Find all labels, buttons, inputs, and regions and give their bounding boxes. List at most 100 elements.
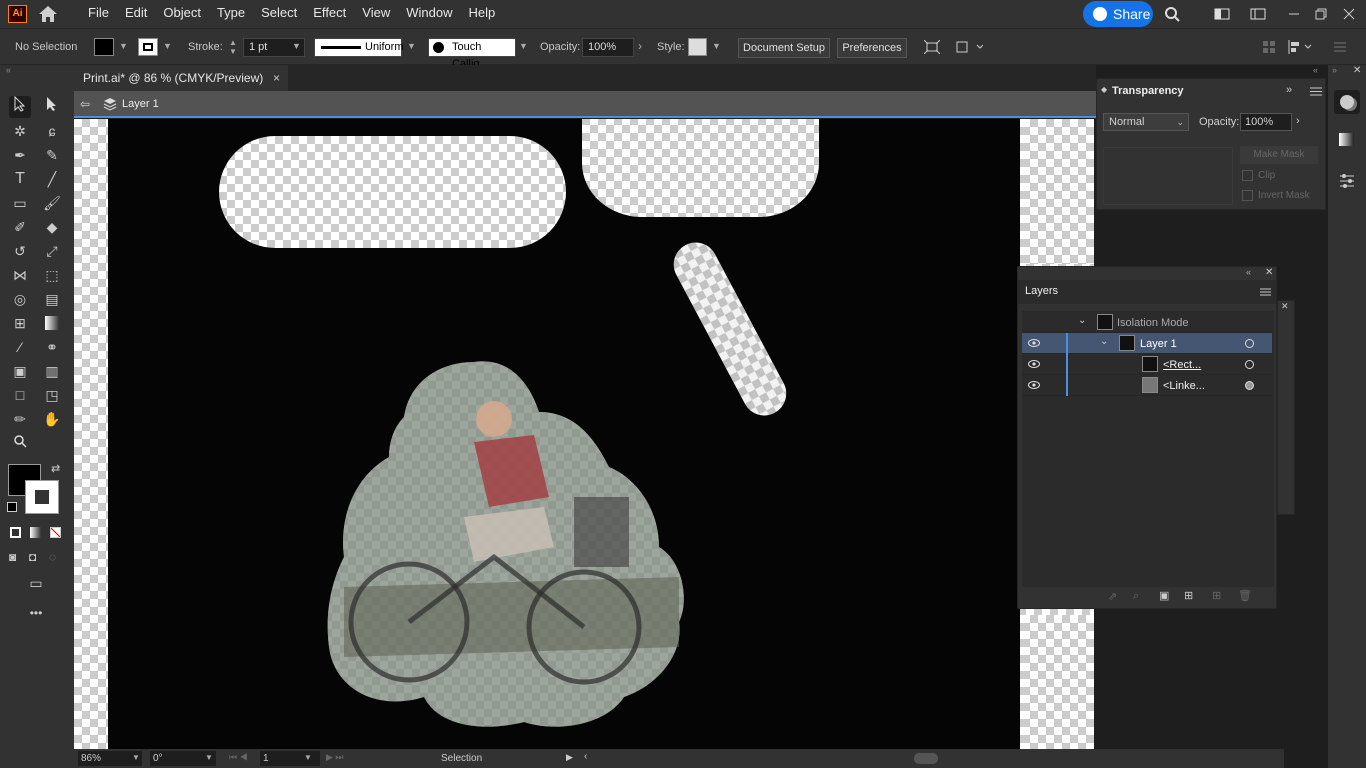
pencil-tool-icon[interactable]: ✏ [9, 408, 31, 430]
chevron-down-icon[interactable]: ▼ [163, 41, 173, 51]
hand-tool-icon[interactable]: ✋ [41, 408, 63, 430]
arrange-icon[interactable] [1262, 40, 1276, 54]
chevron-down-icon[interactable]: ▼ [407, 41, 417, 51]
chevron-down-icon[interactable]: ⌄ [1078, 315, 1086, 326]
scale-tool-icon[interactable]: ⤢ [41, 240, 63, 262]
draw-inside-icon[interactable]: ◌ [49, 550, 56, 564]
horizontal-scrollbar[interactable] [914, 753, 938, 764]
artboard-tool-icon[interactable]: □ [9, 384, 31, 406]
chevron-down-icon[interactable]: ⌄ [1100, 336, 1108, 347]
layer-row-layer1[interactable]: ⌄ Layer 1 [1022, 333, 1272, 354]
pill-shape-right[interactable] [582, 119, 819, 217]
search-icon[interactable] [1164, 6, 1180, 22]
gradient-tool-icon[interactable] [41, 312, 63, 334]
opacity-field[interactable]: 100% [582, 38, 634, 57]
chevron-right-icon[interactable]: ▶ [566, 752, 573, 763]
preferences-button[interactable]: Preferences [837, 38, 907, 58]
expand-icon[interactable]: » [1332, 65, 1337, 75]
tab-print-ai[interactable]: Print.ai* @ 86 % (CMYK/Preview) × [74, 65, 288, 91]
style-swatch[interactable] [688, 38, 707, 56]
double-chevron-icon[interactable]: » [1286, 84, 1292, 96]
layer-row-linked[interactable]: <Linke... [1022, 375, 1272, 396]
stroke-swatch[interactable] [138, 38, 158, 56]
transparency-panel-icon[interactable] [1334, 90, 1360, 114]
eye-icon[interactable] [1028, 380, 1040, 390]
chevron-right-icon[interactable]: › [1296, 115, 1300, 127]
scroll-left-icon[interactable]: ‹ [584, 751, 587, 762]
mesh-tool-icon[interactable]: ⊞ [9, 312, 31, 334]
eyedropper-tool-icon[interactable]: ⁄ [9, 336, 31, 358]
make-mask-button[interactable]: Make Mask [1240, 146, 1318, 164]
chevron-down-icon[interactable]: ▼ [712, 41, 722, 51]
canvas[interactable] [74, 119, 1094, 749]
menu-edit[interactable]: Edit [117, 0, 155, 28]
menu-icon[interactable] [1334, 41, 1346, 53]
restore-icon[interactable] [1313, 6, 1329, 22]
minimize-icon[interactable] [1286, 6, 1302, 22]
eraser-tool-icon[interactable]: ◆ [41, 216, 63, 238]
shape-builder-tool-icon[interactable]: ◎ [9, 288, 31, 310]
menu-help[interactable]: Help [460, 0, 503, 28]
align-icon[interactable] [1287, 40, 1315, 54]
layer-row-rect[interactable]: <Rect... [1022, 354, 1272, 375]
target-circle-icon[interactable] [1245, 381, 1254, 390]
direct-selection-tool-icon[interactable] [41, 96, 63, 118]
chevron-right-icon[interactable]: › [638, 40, 648, 52]
pill-shape-left[interactable] [219, 136, 566, 248]
chevron-down-icon[interactable]: ▼ [292, 41, 302, 51]
gradient-panel-icon[interactable] [1339, 133, 1354, 146]
stroke-color-icon[interactable] [25, 480, 59, 514]
chevron-down-icon[interactable]: ▼ [132, 753, 140, 762]
more-tools-icon[interactable]: ••• [25, 602, 47, 624]
collapse-icon[interactable]: « [6, 65, 11, 75]
blend-tool-icon[interactable]: ⚭ [41, 336, 63, 358]
fill-swatch[interactable] [94, 38, 114, 56]
zoom-tool-icon[interactable] [9, 432, 31, 454]
share-button[interactable]: Share [1083, 1, 1153, 27]
locate-object-icon[interactable]: ⌕ [1133, 590, 1139, 603]
close-panel-icon[interactable]: ✕ [1265, 267, 1273, 278]
selection-tool-icon[interactable] [9, 95, 31, 118]
rectangle-tool-icon[interactable]: ▭ [9, 192, 31, 214]
invert-mask-checkbox[interactable] [1242, 190, 1253, 201]
default-colors-icon[interactable] [7, 502, 17, 512]
symbol-sprayer-tool-icon[interactable]: ▣ [9, 360, 31, 382]
back-arrow-icon[interactable]: ⇦ [80, 97, 90, 111]
panel-menu-icon[interactable] [1260, 288, 1271, 296]
magic-wand-tool-icon[interactable]: ✲ [9, 120, 31, 142]
close-icon[interactable] [1341, 6, 1357, 22]
menu-type[interactable]: Type [209, 0, 253, 28]
paintbrush-tool-icon[interactable]: 🖌 [41, 192, 63, 214]
collapse-panel-icon[interactable]: « [1313, 65, 1318, 75]
make-clipping-mask-icon[interactable]: ▣ [1159, 589, 1169, 602]
first-artboard-icon[interactable]: ⏮ ◀ [229, 752, 248, 763]
lasso-tool-icon[interactable]: ɕ [41, 120, 63, 142]
collapse-panel-icon[interactable]: « [1246, 267, 1251, 277]
rotate-tool-icon[interactable]: ↺ [9, 240, 31, 262]
draw-behind-icon[interactable]: ◘ [29, 550, 36, 564]
panel-menu-icon[interactable] [1310, 87, 1322, 96]
workspace-icon[interactable] [1250, 6, 1266, 22]
swap-colors-icon[interactable]: ⇄ [51, 462, 60, 475]
transparency-opacity-field[interactable]: 100% [1240, 113, 1292, 131]
width-tool-icon[interactable]: ⋈ [9, 264, 31, 286]
draw-normal-icon[interactable]: ◙ [9, 550, 16, 564]
slice-tool-icon[interactable]: ◳ [41, 384, 63, 406]
arrange-documents-icon[interactable] [1214, 6, 1230, 22]
menu-select[interactable]: Select [253, 0, 305, 28]
chevron-down-icon[interactable]: ▼ [519, 41, 529, 51]
document-setup-button[interactable]: Document Setup [738, 38, 830, 58]
blend-mode-select[interactable]: Normal ⌄ [1103, 113, 1189, 131]
chevron-down-icon[interactable]: ▼ [119, 41, 129, 51]
curvature-tool-icon[interactable]: ✎ [41, 144, 63, 166]
layer-row-isolation[interactable]: ⌄ Isolation Mode [1022, 312, 1272, 333]
menu-effect[interactable]: Effect [305, 0, 354, 28]
menu-view[interactable]: View [354, 0, 398, 28]
close-tab-icon[interactable]: × [273, 65, 280, 91]
new-layer-icon[interactable]: ⊞ [1212, 589, 1221, 602]
pen-tool-icon[interactable]: ✒ [9, 144, 31, 166]
photo-cloud-clip[interactable] [324, 357, 694, 732]
shaper-tool-icon[interactable]: ✐ [9, 216, 31, 238]
line-tool-icon[interactable]: ╱ [41, 168, 63, 190]
menu-file[interactable]: File [80, 0, 117, 28]
